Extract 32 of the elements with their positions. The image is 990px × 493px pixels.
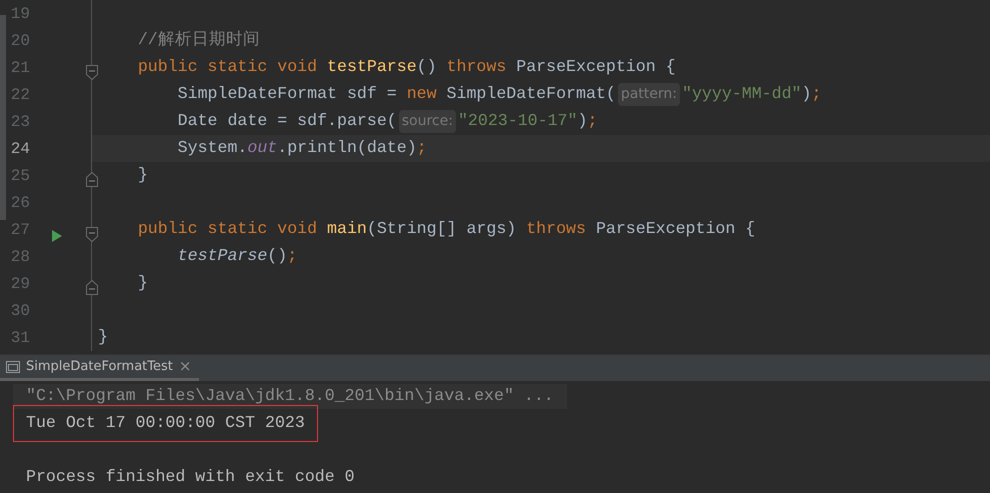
line-number: 26 [10, 192, 30, 214]
close-icon[interactable]: × [178, 355, 192, 378]
code-text: "yyyy-MM-dd"); [682, 83, 822, 106]
code-text: Date date = sdf.parse( [178, 110, 397, 132]
line-number: 20 [10, 30, 30, 52]
parameter-hint: pattern: [618, 83, 680, 106]
console-icon [6, 360, 20, 372]
code-text: public static void testParse() throws ParseException { [138, 56, 676, 78]
scrollbar-thumb[interactable] [0, 15, 6, 220]
line-number: 31 [10, 328, 30, 348]
line-number: 23 [10, 112, 30, 132]
line-number: 25 [10, 166, 30, 186]
line-number: 30 [10, 300, 30, 322]
code-text: public static void main(String[] args) throws ParseException { [138, 218, 756, 240]
code-text: //解析日期时间 [138, 29, 260, 52]
line-number: 19 [10, 4, 30, 24]
code-text: } [98, 326, 108, 348]
line-number: 24 [10, 138, 30, 160]
code-text: testParse(); [178, 245, 298, 268]
line-number: 28 [10, 246, 30, 268]
code-text: } [138, 164, 148, 186]
parameter-hint: source: [398, 110, 456, 133]
console-output: Tue Oct 17 00:00:00 CST 2023 [26, 412, 305, 434]
line-number: 27 [10, 220, 30, 240]
code-text: SimpleDateFormat sdf = new SimpleDateFormat( [178, 83, 616, 106]
line-number: 29 [10, 274, 30, 294]
code-text: System.out.println(date); [178, 137, 427, 160]
console-output: Process finished with exit code 0 [25, 466, 355, 488]
line-number: 22 [10, 84, 30, 106]
code-text: "2023-10-17"); [458, 110, 598, 132]
line-number: 21 [10, 58, 30, 78]
code-text: } [138, 272, 148, 294]
